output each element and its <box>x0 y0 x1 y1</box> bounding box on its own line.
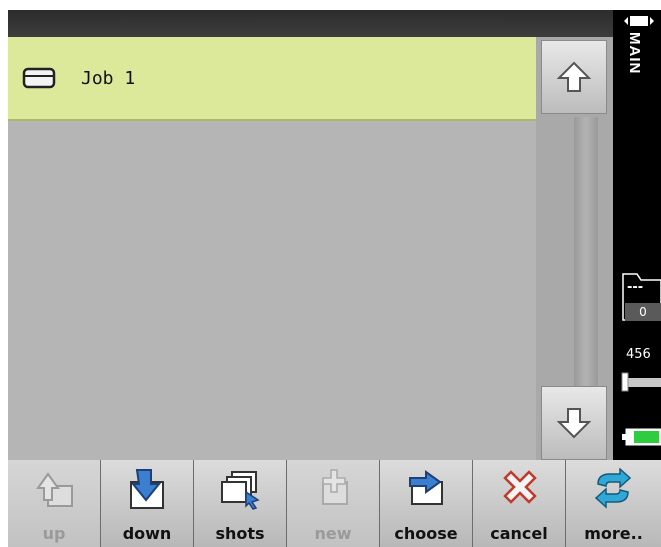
folder-down-icon <box>130 469 164 509</box>
tray-icon <box>22 67 56 89</box>
scroll-down-button[interactable] <box>541 386 607 460</box>
more-icon <box>594 468 632 509</box>
status-panel: MAIN --- 0 456 <box>613 10 661 460</box>
bottom-toolbar: up down shots new choose cancel more.. <box>8 460 661 547</box>
more-button[interactable]: more.. <box>566 460 661 547</box>
shots-button-label: shots <box>215 524 265 543</box>
mode-label: MAIN <box>626 32 643 75</box>
battery-mini-icon <box>624 16 654 26</box>
title-bar <box>8 10 613 37</box>
up-button[interactable]: up <box>8 460 101 547</box>
scrollbar-track[interactable] <box>574 117 598 387</box>
choose-button-label: choose <box>394 524 458 543</box>
scroll-up-button[interactable] <box>541 40 607 114</box>
shot-count: 456 <box>626 347 651 362</box>
job-list[interactable]: Job 1 <box>8 37 536 460</box>
battery-icon <box>622 428 661 446</box>
down-button[interactable]: down <box>101 460 194 547</box>
up-button-label: up <box>42 524 66 543</box>
cancel-icon <box>503 470 537 504</box>
device-screen: Job 1 MAIN --- 0 456 up down shots new c… <box>8 10 661 547</box>
slider-icon <box>621 372 661 392</box>
down-button-label: down <box>122 524 172 543</box>
choose-icon <box>409 470 443 505</box>
cancel-button-label: cancel <box>490 524 548 543</box>
more-button-label: more.. <box>584 524 643 543</box>
folder-up-icon <box>36 472 73 507</box>
choose-button[interactable]: choose <box>380 460 473 547</box>
new-button-label: new <box>314 524 352 543</box>
folder-count: 0 <box>625 303 661 321</box>
arrow-down-icon <box>557 408 591 439</box>
scrollbar[interactable] <box>536 37 613 460</box>
arrow-up-icon <box>557 61 591 92</box>
shots-icon <box>221 471 260 510</box>
shots-button[interactable]: shots <box>194 460 287 547</box>
list-item-label: Job 1 <box>81 67 136 89</box>
list-item[interactable]: Job 1 <box>8 37 536 121</box>
folder-label: --- <box>627 280 644 295</box>
new-folder-icon <box>322 469 348 505</box>
cancel-button[interactable]: cancel <box>473 460 566 547</box>
new-button[interactable]: new <box>287 460 380 547</box>
